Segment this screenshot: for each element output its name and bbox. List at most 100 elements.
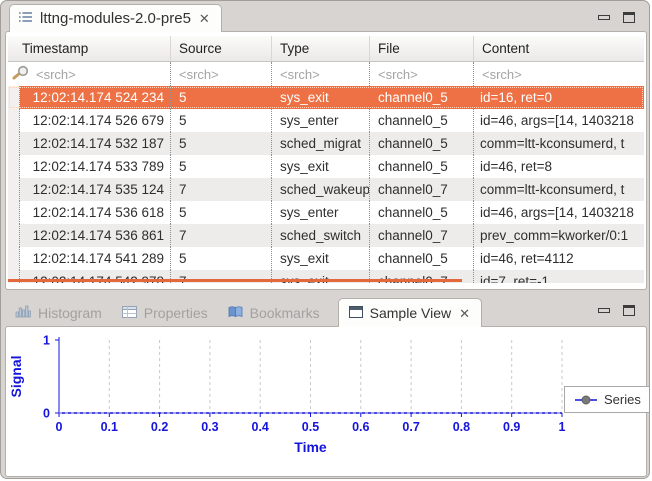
row-margin-cell [8,132,20,155]
svg-text:0.1: 0.1 [101,420,118,434]
sample-view-panel: 0100.10.20.30.40.50.60.70.80.91TimeSigna… [5,326,647,477]
maximize-icon[interactable] [623,305,635,316]
filter-cell-content[interactable]: <srch> [474,62,644,86]
table-row[interactable]: 12:02:14.174 533 7895sys_exitchannel0_5i… [8,155,644,178]
cell-content: id=46, args=[14, 1403218 [474,109,644,132]
tab-sample-view[interactable]: Sample View ✕ [338,298,482,327]
cell-file: channel0_5 [370,109,474,132]
column-header-source[interactable]: Source [171,36,272,61]
cell-source: 5 [171,247,272,270]
row-margin-cell [8,247,20,270]
cell-timestamp: 12:02:14.174 526 679 [20,109,171,132]
cell-content: id=16, ret=0 [474,86,644,109]
view-tab-bar: Histogram Properties Bookmarks [5,298,645,327]
cell-source: 7 [171,178,272,201]
row-margin-cell [8,224,20,247]
legend-marker [574,395,598,405]
column-header-file[interactable]: File [370,36,474,61]
column-header-type[interactable]: Type [272,36,370,61]
events-table-icon [18,10,33,28]
cell-source: 5 [171,155,272,178]
cell-source: 5 [171,86,272,109]
cell-content: id=7, ret=-1 [474,270,644,283]
row-margin-cell [8,155,20,178]
cell-timestamp: 12:02:14.174 524 234 [20,86,171,109]
filter-cell-type[interactable]: <srch> [272,62,370,86]
svg-text:0.3: 0.3 [201,420,218,434]
svg-text:1: 1 [43,334,50,348]
svg-text:0.2: 0.2 [151,420,168,434]
cell-file: channel0_7 [370,224,474,247]
table-row[interactable]: 12:02:14.174 535 1247sched_wakeupchannel… [8,178,644,201]
minimize-icon[interactable] [598,15,610,20]
cell-timestamp: 12:02:14.174 536 618 [20,201,171,224]
svg-text:0: 0 [56,420,63,434]
cell-timestamp: 12:02:14.174 532 187 [20,132,171,155]
editor-tab-title: lttng-modules-2.0-pre5 [40,10,191,27]
row-margin-cell [8,109,20,132]
table-filter-row: <srch> <srch> <srch> <srch> <srch> [8,62,644,86]
histogram-icon [15,305,31,321]
table-row[interactable]: 12:02:14.174 536 6185sys_enterchannel0_5… [8,201,644,224]
legend-marker-dot [582,396,590,404]
chart-legend: Series [564,386,650,413]
column-header-timestamp[interactable]: Timestamp [8,36,171,61]
table-row[interactable]: 12:02:14.174 536 8617sched_switchchannel… [8,224,644,247]
minimize-icon[interactable] [598,308,610,313]
cell-file: channel0_5 [370,247,474,270]
table-row[interactable]: 12:02:14.174 524 2345sys_exitchannel0_5i… [8,86,644,109]
cell-content: comm=ltt-kconsumerd, t [474,178,644,201]
tab-histogram[interactable]: Histogram [5,298,112,327]
cell-source: 5 [171,109,272,132]
editor-tab[interactable]: lttng-modules-2.0-pre5 ✕ [9,4,222,32]
cell-type: sys_enter [272,201,370,224]
bookmarks-icon [228,305,243,321]
svg-text:0.7: 0.7 [402,420,419,434]
properties-icon [122,305,137,321]
cell-type: sys_exit [272,155,370,178]
row-margin-cell [8,201,20,224]
cell-content: prev_comm=kworker/0:1 [474,224,644,247]
svg-text:0.4: 0.4 [252,420,269,434]
cell-timestamp: 12:02:14.174 541 289 [20,247,171,270]
svg-text:0.5: 0.5 [302,420,319,434]
svg-text:0: 0 [43,407,50,421]
table-rows: 12:02:14.174 524 2345sys_exitchannel0_5i… [8,86,644,283]
maximize-icon[interactable] [623,12,635,23]
svg-text:0.6: 0.6 [352,420,369,434]
cell-content: id=46, ret=8 [474,155,644,178]
column-header-content[interactable]: Content [474,36,644,61]
selection-overflow-line [8,279,462,282]
events-table-panel: Timestamp Source Type File Content <srch… [5,31,647,290]
filter-cell-file[interactable]: <srch> [370,62,474,86]
svg-text:0.9: 0.9 [503,420,520,434]
cell-type: sched_wakeup [272,178,370,201]
row-margin-cell [8,86,20,109]
table-row[interactable]: 12:02:14.174 541 2895sys_exitchannel0_5i… [8,247,644,270]
cell-timestamp: 12:02:14.174 536 861 [20,224,171,247]
cell-file: channel0_7 [370,178,474,201]
cell-file: channel0_5 [370,86,474,109]
cell-source: 5 [171,132,272,155]
table-row[interactable]: 12:02:14.174 526 6795sys_enterchannel0_5… [8,109,644,132]
sample-chart: 0100.10.20.30.40.50.60.70.80.91TimeSigna… [6,327,646,476]
tab-bookmarks[interactable]: Bookmarks [218,298,330,327]
close-icon[interactable]: ✕ [198,12,211,25]
svg-text:Time: Time [294,439,327,455]
table-row[interactable]: 12:02:14.174 532 1875sched_migratchannel… [8,132,644,155]
search-magnifier-icon [11,65,31,83]
close-icon[interactable]: ✕ [458,307,471,320]
sample-chart-svg: 0100.10.20.30.40.50.60.70.80.91TimeSigna… [6,327,646,476]
tab-properties[interactable]: Properties [112,298,218,327]
cell-source: 5 [171,201,272,224]
cell-file: channel0_5 [370,201,474,224]
cell-file: channel0_5 [370,155,474,178]
row-margin-cell [8,178,20,201]
filter-cell-source[interactable]: <srch> [171,62,272,86]
cell-content: id=46, args=[14, 1403218 [474,201,644,224]
cell-type: sys_exit [272,247,370,270]
application-window: lttng-modules-2.0-pre5 ✕ Timestamp Sourc… [0,0,650,479]
cell-timestamp: 12:02:14.174 535 124 [20,178,171,201]
svg-text:1: 1 [559,420,566,434]
filter-cell-timestamp[interactable]: <srch> [8,62,171,86]
